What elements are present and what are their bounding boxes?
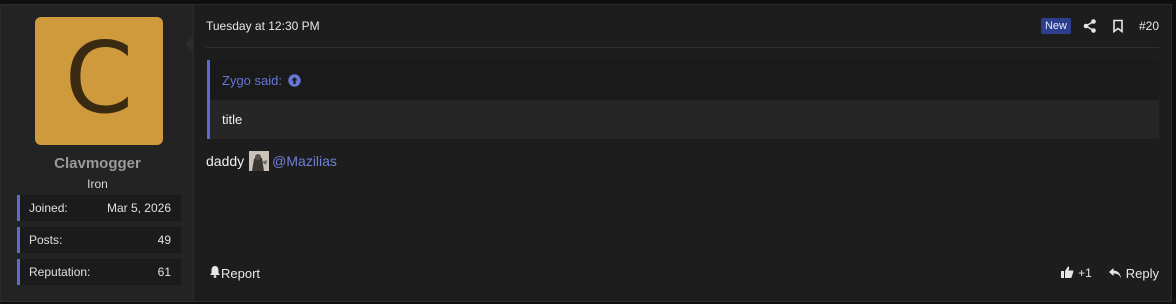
like-count: +1 <box>1078 266 1092 280</box>
new-badge: New <box>1040 18 1071 34</box>
post-header: Tuesday at 12:30 PM New #20 <box>206 5 1159 48</box>
header-actions: New #20 <box>1040 18 1159 34</box>
footer-actions: +1 Reply <box>1060 265 1159 282</box>
post-footer: Report +1 Reply <box>209 263 1159 283</box>
user-mention-link[interactable]: @Mazilias <box>272 153 337 169</box>
bell-icon <box>209 265 221 281</box>
bookmark-icon[interactable] <box>1112 19 1124 33</box>
stat-label: Reputation: <box>29 265 91 279</box>
stat-joined: Joined: Mar 5, 2026 <box>17 195 181 221</box>
user-rank: Iron <box>87 177 108 191</box>
report-button[interactable]: Report <box>209 265 260 281</box>
stat-value: Mar 5, 2026 <box>106 201 171 215</box>
stat-value: 61 <box>157 265 171 279</box>
avatar[interactable]: C <box>35 17 163 145</box>
post-body: daddy @Mazilias <box>206 151 337 171</box>
thumbs-up-icon <box>1060 265 1074 282</box>
post-container: C Clavmogger Iron Joined: Mar 5, 2026 Po… <box>0 4 1172 302</box>
stat-label: Posts: <box>29 233 63 247</box>
post-number[interactable]: #20 <box>1139 19 1159 33</box>
quote-content: title <box>210 100 1159 139</box>
stat-posts: Posts: 49 <box>17 227 181 253</box>
body-text: daddy <box>206 153 245 169</box>
user-arrow <box>185 35 194 53</box>
share-icon[interactable] <box>1083 19 1097 33</box>
report-label: Report <box>221 265 261 281</box>
like-button[interactable]: +1 <box>1060 265 1108 282</box>
custom-emoji-icon <box>249 151 270 171</box>
post-timestamp[interactable]: Tuesday at 12:30 PM <box>206 19 320 33</box>
stat-label: Joined: <box>29 201 68 215</box>
arrow-up-circle-icon[interactable] <box>288 73 301 87</box>
quote-header: Zygo said: <box>210 60 1159 100</box>
quote-author[interactable]: Zygo said: <box>222 73 282 88</box>
user-info-column: C Clavmogger Iron Joined: Mar 5, 2026 Po… <box>1 5 194 301</box>
reply-button[interactable]: Reply <box>1108 266 1159 281</box>
stat-reputation: Reputation: 61 <box>17 259 181 285</box>
username[interactable]: Clavmogger <box>1 155 194 172</box>
stat-value: 49 <box>157 233 171 247</box>
reply-label: Reply <box>1125 265 1159 281</box>
post-main: Tuesday at 12:30 PM New #20 Zygo said: t… <box>194 5 1171 301</box>
avatar-letter: C <box>64 22 134 136</box>
quote-block: Zygo said: title <box>207 60 1159 139</box>
reply-icon <box>1108 267 1122 280</box>
